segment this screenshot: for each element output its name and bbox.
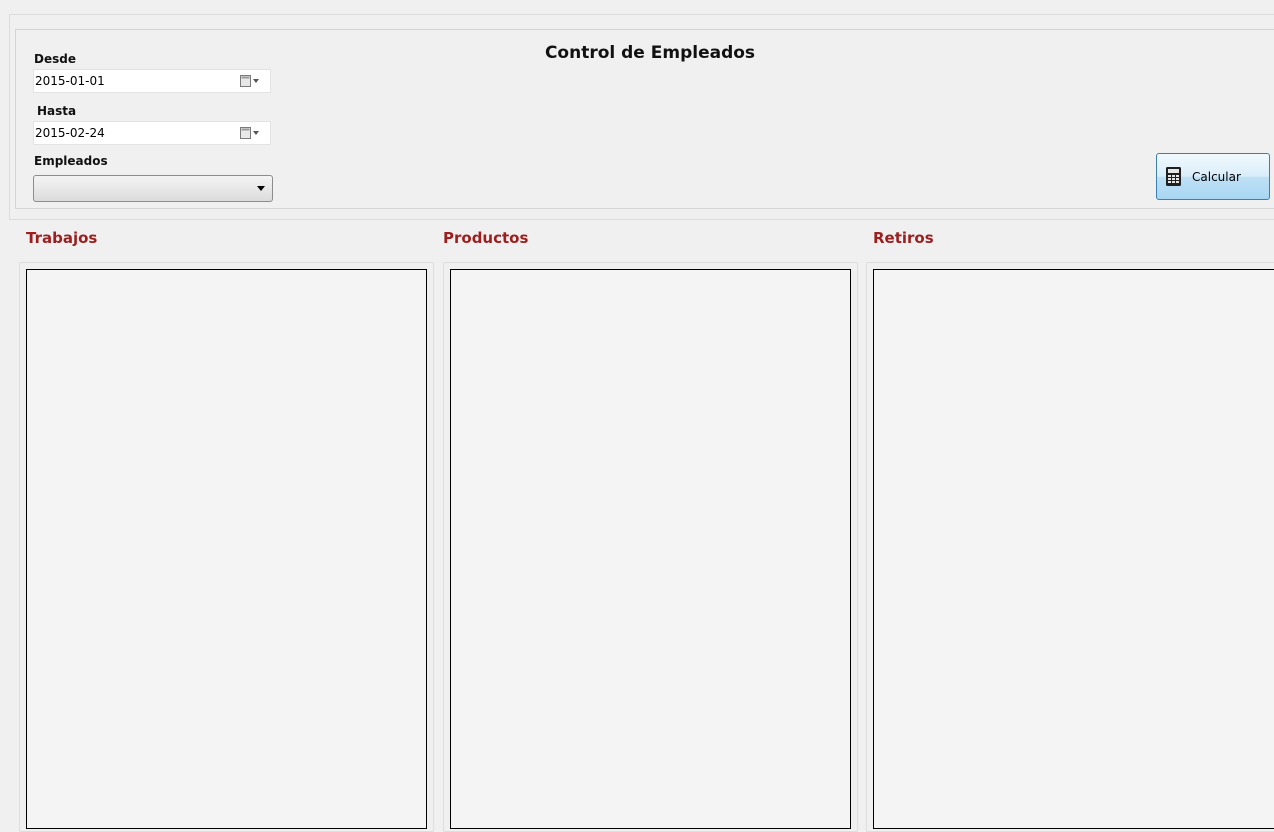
- chevron-down-icon: [257, 186, 265, 191]
- hasta-value: 2015-02-24: [35, 126, 105, 140]
- page-title: Control de Empleados: [544, 43, 756, 63]
- retiros-title: Retiros: [873, 229, 934, 247]
- trabajos-title: Trabajos: [26, 229, 98, 247]
- productos-list[interactable]: [450, 269, 851, 829]
- desde-date-picker[interactable]: 2015-01-01: [33, 69, 271, 93]
- empleados-label: Empleados: [34, 154, 108, 168]
- window-content: Control de Empleados Desde 2015-01-01 Ha…: [0, 0, 1274, 832]
- calendar-dropdown-icon[interactable]: [240, 127, 262, 140]
- hasta-date-picker[interactable]: 2015-02-24: [33, 121, 271, 145]
- calcular-label: Calcular: [1192, 170, 1241, 184]
- hasta-label: Hasta: [37, 104, 77, 118]
- desde-value: 2015-01-01: [35, 74, 105, 88]
- calendar-dropdown-icon[interactable]: [240, 75, 262, 88]
- productos-title: Productos: [443, 229, 529, 247]
- retiros-list[interactable]: [873, 269, 1274, 829]
- calculator-icon: [1166, 167, 1181, 186]
- trabajos-list[interactable]: [26, 269, 427, 829]
- empleados-select[interactable]: [33, 175, 273, 202]
- desde-label: Desde: [34, 52, 76, 66]
- calcular-button[interactable]: Calcular: [1156, 153, 1270, 200]
